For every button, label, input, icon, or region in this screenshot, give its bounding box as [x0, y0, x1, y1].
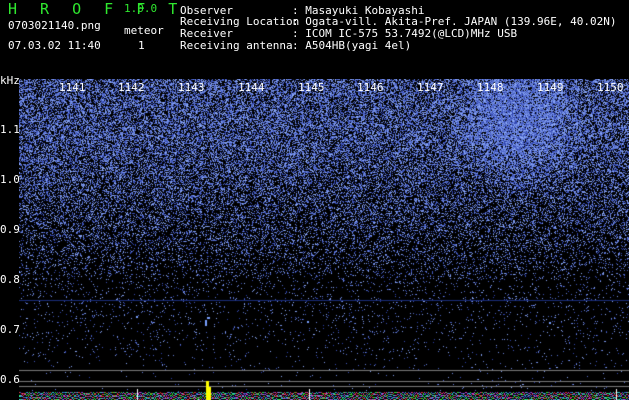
- x-tick-label: 1146: [357, 81, 384, 94]
- meteor-count: 1: [138, 39, 145, 52]
- spectrogram-canvas: [19, 79, 629, 400]
- timestamp: 07.03.02 11:40: [8, 39, 101, 52]
- x-tick-label: 1141: [59, 81, 86, 94]
- app-title: H R O F F T: [8, 0, 185, 18]
- y-tick-label: 0.9: [0, 223, 20, 236]
- x-tick-label: 1149: [537, 81, 564, 94]
- y-unit-label: kHz: [0, 74, 20, 87]
- y-tick-label: 1.0: [0, 173, 20, 186]
- x-tick-label: 1147: [417, 81, 444, 94]
- x-tick-label: 1143: [178, 81, 205, 94]
- y-tick-label: 0.7: [0, 323, 20, 336]
- x-tick-label: 1148: [477, 81, 504, 94]
- y-tick-label: 0.6: [0, 373, 20, 386]
- x-tick-label: 1144: [238, 81, 265, 94]
- app-version: 1.0.0: [124, 2, 158, 15]
- y-tick-label: 1.1: [0, 123, 20, 136]
- meteor-label: meteor: [124, 24, 164, 37]
- y-tick-label: 0.8: [0, 273, 20, 286]
- x-tick-label: 1145: [298, 81, 325, 94]
- filename: 0703021140.png: [8, 19, 101, 32]
- info-antenna-value: : A504HB(yagi 4el): [292, 39, 412, 52]
- x-tick-label: 1142: [118, 81, 145, 94]
- info-antenna-label: Receiving antenna: [180, 39, 293, 52]
- x-tick-label: 1150: [597, 81, 624, 94]
